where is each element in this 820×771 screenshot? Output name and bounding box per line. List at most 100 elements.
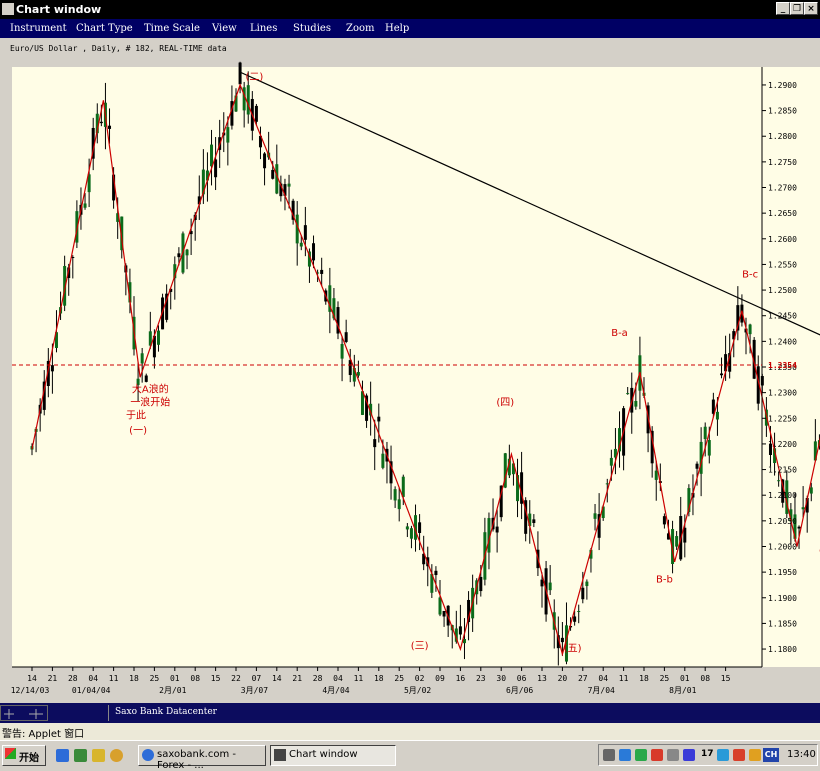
wave-annotation: (二) xyxy=(245,72,263,83)
status-text: Saxo Bank Datacenter xyxy=(115,707,217,717)
tray-speaker-icon[interactable] xyxy=(667,749,679,761)
candle-body xyxy=(255,106,258,122)
candle-body xyxy=(532,519,535,523)
candle-body xyxy=(577,611,580,612)
candle-body xyxy=(84,203,87,207)
y-tick-label: 1.1950 xyxy=(768,568,797,577)
candle-body xyxy=(655,471,658,480)
menu-time-scale[interactable]: Time Scale xyxy=(144,23,200,34)
tray-language[interactable]: CH xyxy=(763,748,779,762)
candle-body xyxy=(108,126,111,129)
folder-icon[interactable] xyxy=(92,749,105,762)
candle-body xyxy=(100,122,103,123)
tray-messenger-icon[interactable] xyxy=(749,749,761,761)
tray-antivirus-icon[interactable] xyxy=(733,749,745,761)
y-tick-label: 1.2850 xyxy=(768,107,797,116)
x-day-label: 15 xyxy=(211,674,221,683)
x-month-label: 7月/04 xyxy=(588,686,615,695)
close-button[interactable]: × xyxy=(804,2,818,15)
clock: 13:40 xyxy=(787,749,816,760)
candle-body xyxy=(341,344,344,359)
y-tick-label: 1.2250 xyxy=(768,414,797,423)
candle-body xyxy=(300,243,303,247)
x-day-label: 30 xyxy=(496,674,506,683)
wave-annotation: (五) xyxy=(564,644,582,655)
chart-window-icon xyxy=(274,749,286,761)
tray-network-icon[interactable] xyxy=(619,749,631,761)
title-bar: Chart window _ ❐ × xyxy=(0,0,820,19)
status-panel-text: Saxo Bank Datacenter xyxy=(108,705,820,721)
candle-body xyxy=(594,513,597,519)
media-icon[interactable] xyxy=(110,749,123,762)
y-tick-label: 1.2400 xyxy=(768,337,797,346)
candle-body xyxy=(406,526,409,529)
menu-studies[interactable]: Studies xyxy=(293,23,331,34)
x-day-label: 20 xyxy=(558,674,568,683)
menu-chart-type[interactable]: Chart Type xyxy=(76,23,133,34)
x-day-label: 28 xyxy=(68,674,78,683)
y-tick-label: 1.2600 xyxy=(768,235,797,244)
x-day-label: 25 xyxy=(150,674,160,683)
browser-icon xyxy=(142,749,154,761)
candle-body xyxy=(626,393,629,394)
tray-arrow-icon[interactable] xyxy=(603,749,615,761)
start-button[interactable]: 开始 xyxy=(2,745,46,766)
candle-body xyxy=(777,480,780,481)
status-bar: Saxo Bank Datacenter xyxy=(0,703,820,723)
x-day-label: 04 xyxy=(333,674,343,683)
desktop-icon[interactable] xyxy=(74,749,87,762)
x-day-label: 23 xyxy=(476,674,486,683)
app-icon xyxy=(2,3,14,15)
candle-body xyxy=(810,487,813,493)
tray-im-icon[interactable] xyxy=(683,749,695,761)
x-day-label: 13 xyxy=(537,674,547,683)
tray-security-icon[interactable] xyxy=(635,749,647,761)
y-tick-label: 1.1850 xyxy=(768,619,797,628)
tray-update-icon[interactable] xyxy=(717,749,729,761)
x-day-label: 28 xyxy=(313,674,323,683)
x-month-label: 6月/06 xyxy=(506,686,533,695)
candle-body xyxy=(663,516,666,524)
x-day-label: 16 xyxy=(456,674,466,683)
current-price-label: 1.2354 xyxy=(768,361,797,370)
task-browser[interactable]: saxobank.com - Forex - ... xyxy=(138,745,266,766)
candle-body xyxy=(581,588,584,599)
menu-bar: Instrument Chart Type Time Scale View Li… xyxy=(0,19,820,38)
status-panel-tools[interactable] xyxy=(0,705,48,721)
x-day-label: 01 xyxy=(170,674,180,683)
candle-body xyxy=(704,427,707,439)
menu-lines[interactable]: Lines xyxy=(250,23,277,34)
x-day-label: 27 xyxy=(578,674,588,683)
tray-badge[interactable]: 17 xyxy=(701,749,714,759)
x-day-label: 01 xyxy=(680,674,690,683)
x-month-label: 01/04/04 xyxy=(72,686,111,695)
x-month-label: 3月/07 xyxy=(241,686,268,695)
candle-body xyxy=(247,85,250,114)
candle-body xyxy=(357,372,360,376)
candle-body xyxy=(398,499,401,509)
task-chart-window[interactable]: Chart window xyxy=(270,745,396,766)
x-day-label: 02 xyxy=(415,674,425,683)
candle-body xyxy=(394,489,397,500)
price-chart[interactable]: 1.29001.28501.28001.27501.27001.26501.26… xyxy=(0,60,820,703)
chart-header: Euro/US Dollar , Daily, # 182, REAL-TIME… xyxy=(10,44,227,53)
candle-body xyxy=(610,458,613,466)
candle-body xyxy=(585,582,588,586)
restore-button[interactable]: ❐ xyxy=(790,2,804,15)
menu-view[interactable]: View xyxy=(212,23,237,34)
minimize-button[interactable]: _ xyxy=(776,2,790,15)
tray-alert-icon[interactable] xyxy=(651,749,663,761)
ie-icon[interactable] xyxy=(56,749,69,762)
wave-annotation: (四) xyxy=(496,397,514,408)
menu-help[interactable]: Help xyxy=(385,23,409,34)
candle-body xyxy=(675,536,678,547)
x-day-label: 04 xyxy=(88,674,98,683)
candle-body xyxy=(345,332,348,342)
candle-body xyxy=(51,365,54,371)
menu-zoom[interactable]: Zoom xyxy=(346,23,374,34)
menu-instrument[interactable]: Instrument xyxy=(10,23,67,34)
x-month-label: 2月/01 xyxy=(159,686,186,695)
candle-body xyxy=(373,439,376,447)
x-month-label: 12/14/03 xyxy=(11,686,50,695)
plot-area xyxy=(12,67,762,667)
